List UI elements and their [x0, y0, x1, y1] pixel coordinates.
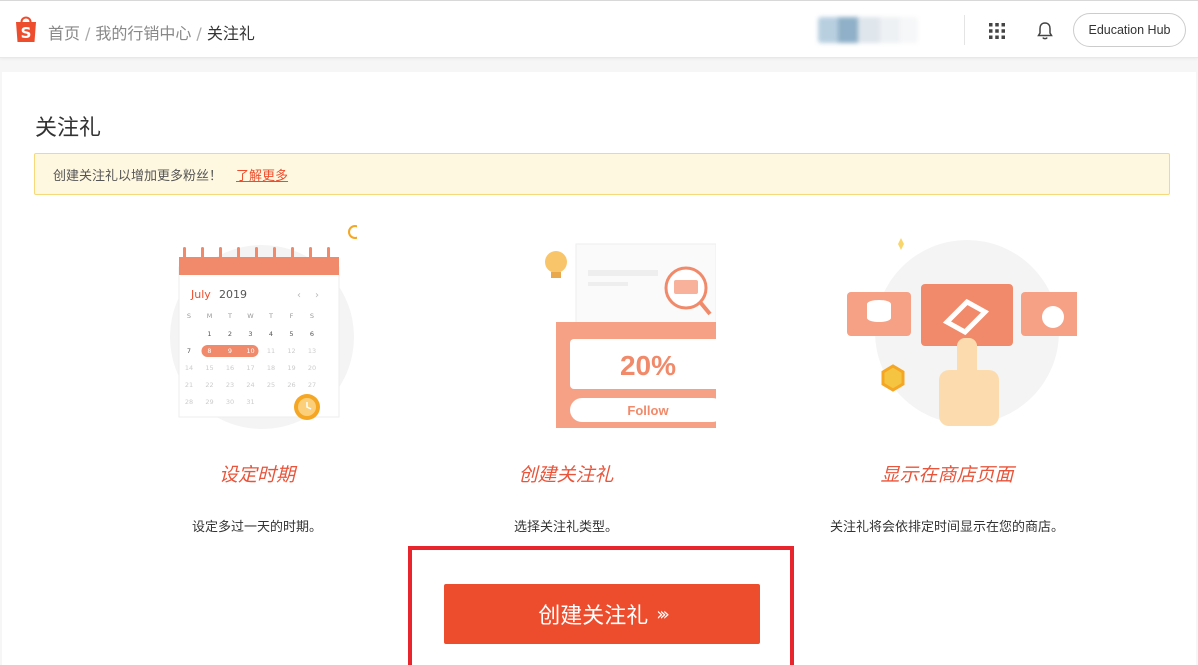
calendar-day: 6 [310, 330, 314, 338]
calendar-day: 13 [308, 347, 316, 355]
calendar-icon: July 2019 ‹ › S M T W T F S1 2 3 4 5 67 8 9 10 11 12 1314… [170, 225, 357, 429]
calendar-day: 26 [287, 381, 295, 389]
education-hub-button[interactable]: Education Hub [1073, 13, 1186, 47]
calendar-day: 23 [226, 381, 234, 389]
calendar-day: 25 [267, 381, 275, 389]
info-notice: 创建关注礼以增加更多粉丝！ 了解更多 [34, 153, 1170, 195]
calendar-day: 1 [207, 330, 211, 338]
calendar-weekday: T [268, 312, 273, 320]
breadcrumb-home[interactable]: 首页 [48, 24, 80, 43]
calendar-day: 24 [246, 381, 254, 389]
notice-text: 创建关注礼以增加更多粉丝！ [53, 168, 223, 184]
calendar-day: 18 [267, 364, 275, 372]
step-title: 创建关注礼 [518, 464, 614, 486]
calendar-weekday: W [247, 312, 254, 320]
main-panel: 关注礼 创建关注礼以增加更多粉丝！ 了解更多 July 2019 ‹ › SMT… [2, 72, 1196, 665]
calendar-day: 28 [185, 398, 193, 406]
top-bar: S 首页 / 我的行销中心 / 关注礼 Education Hub [0, 0, 1198, 58]
calendar-weekday: S [310, 312, 314, 320]
calendar-day: 3 [248, 330, 252, 338]
svg-text:S: S [21, 24, 32, 42]
header-divider [964, 15, 965, 45]
breadcrumb-separator: / [196, 24, 202, 43]
step-set-period: July 2019 ‹ › S M T W T F S 1 2 3 4 5 6 7 8 9 10 11 12 13 14… [107, 222, 407, 535]
apps-grid-icon[interactable] [988, 22, 1006, 40]
calendar-day: 21 [185, 381, 193, 389]
create-follow-gift-button[interactable]: 创建关注礼 ››› [444, 584, 760, 644]
step-description: 设定多过一天的时期。 [191, 520, 322, 535]
breadcrumb-marketing-centre[interactable]: 我的行销中心 [95, 24, 191, 43]
calendar-day: 11 [267, 347, 275, 355]
calendar-day: 22 [205, 381, 213, 389]
calendar-prev-icon: ‹ [297, 290, 301, 301]
calendar-year: 2019 [219, 288, 247, 301]
step-description: 选择关注礼类型。 [513, 520, 618, 535]
step-description: 关注礼将会依排定时间显示在您的商店。 [829, 520, 1064, 535]
bell-icon[interactable] [1035, 21, 1055, 41]
voucher-discount: 20% [620, 350, 676, 381]
calendar-day: 20 [308, 364, 316, 372]
calendar-day: 10 [246, 347, 254, 355]
step-title: 设定时期 [218, 464, 295, 486]
calendar-weekday: M [207, 312, 213, 320]
calendar-day: 27 [308, 381, 316, 389]
calendar-day: 30 [226, 398, 234, 406]
chevrons-right-icon: ››› [656, 603, 669, 625]
voucher-follow-label: Follow [627, 403, 669, 418]
step-title: 显示在商店页面 [880, 464, 1014, 486]
calendar-day: 2 [228, 330, 232, 338]
calendar-day: 8 [207, 347, 211, 355]
calendar-day: 4 [269, 330, 273, 338]
blurred-account-name[interactable] [818, 17, 918, 43]
breadcrumb-separator: / [85, 24, 91, 43]
shopee-logo-icon[interactable]: S [13, 13, 39, 43]
step-shop-display: 显示在商店页面 关注礼将会依排定时间显示在您的商店。 [797, 222, 1097, 535]
page-title: 关注礼 [35, 116, 102, 141]
calendar-day: 15 [205, 364, 213, 372]
calendar-weekday: T [227, 312, 232, 320]
calendar-day: 16 [226, 364, 234, 372]
calendar-weekday: F [290, 312, 294, 320]
voucher-icon: 20% Follow [545, 243, 716, 428]
learn-more-link[interactable]: 了解更多 [236, 165, 288, 184]
shop-display-icon [847, 238, 1077, 426]
calendar-day: 12 [287, 347, 295, 355]
calendar-day: 7 [187, 347, 191, 355]
breadcrumb: 首页 / 我的行销中心 / 关注礼 [48, 20, 255, 44]
calendar-day: 19 [287, 364, 295, 372]
calendar-day: 17 [246, 364, 254, 372]
calendar-day: 5 [289, 330, 293, 338]
calendar-next-icon: › [315, 290, 319, 301]
calendar-day: 9 [228, 347, 232, 355]
calendar-month: July [190, 288, 211, 301]
calendar-day: 14 [185, 364, 193, 372]
calendar-day: 31 [246, 398, 254, 406]
breadcrumb-current: 关注礼 [206, 24, 255, 43]
calendar-weekday: S [187, 312, 191, 320]
create-button-label: 创建关注礼 [538, 604, 649, 629]
step-create-gift: 20% Follow 创建关注礼 选择关注礼类型。 [456, 222, 756, 535]
calendar-day: 29 [205, 398, 213, 406]
